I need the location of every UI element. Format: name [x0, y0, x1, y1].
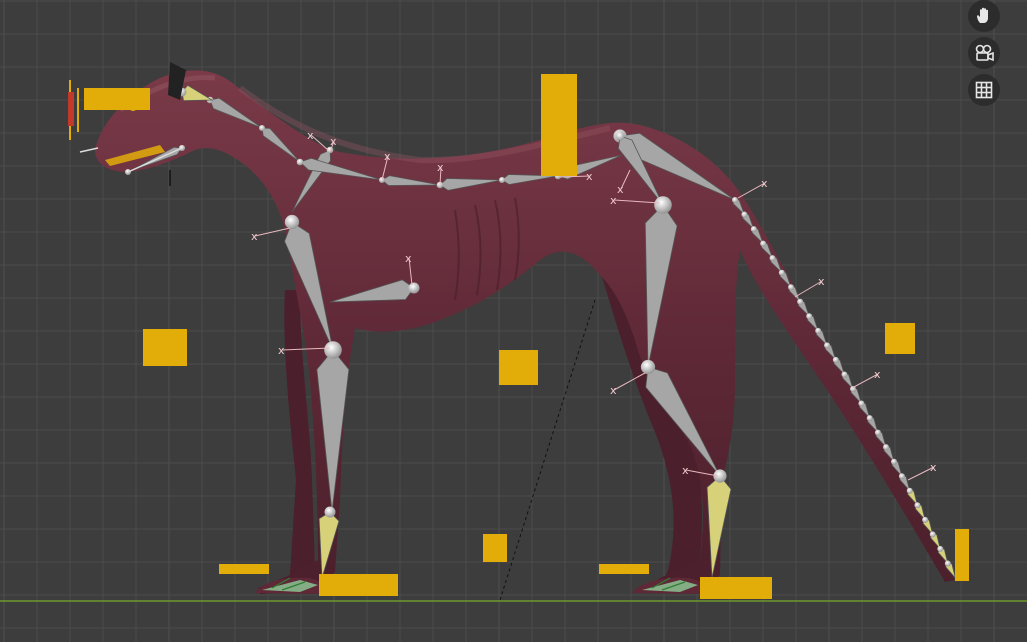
- bone-joint[interactable]: [741, 211, 748, 218]
- bone-joint[interactable]: [874, 429, 881, 436]
- axis-label: x: [818, 275, 825, 288]
- bone-joint[interactable]: [815, 327, 822, 334]
- hand-pan-icon: [977, 7, 988, 23]
- axis-label: x: [617, 183, 624, 196]
- ik-pole-control[interactable]: [483, 534, 507, 562]
- bone-joint[interactable]: [769, 255, 776, 262]
- bone-joint[interactable]: [615, 131, 625, 141]
- bone-joint[interactable]: [914, 502, 921, 509]
- axis-label: x: [437, 161, 444, 174]
- bone-joint[interactable]: [324, 506, 336, 518]
- bone-joint[interactable]: [898, 473, 905, 480]
- root-control[interactable]: [499, 350, 538, 385]
- axis-label: x: [610, 384, 617, 397]
- bone-joint[interactable]: [922, 516, 929, 523]
- bone-joint[interactable]: [832, 356, 839, 363]
- bone-joint[interactable]: [858, 400, 865, 407]
- bone-joint[interactable]: [750, 226, 757, 233]
- bone-joint[interactable]: [408, 282, 420, 294]
- bone-joint[interactable]: [259, 125, 265, 131]
- axis-label: x: [682, 464, 689, 477]
- bone-joint[interactable]: [284, 214, 300, 230]
- bone-joint[interactable]: [797, 298, 804, 305]
- bone-joint[interactable]: [640, 359, 656, 375]
- bone-joint[interactable]: [654, 196, 672, 214]
- camera-view-button[interactable]: [968, 37, 1000, 69]
- bone-joint[interactable]: [499, 177, 505, 183]
- axis-label: x: [610, 194, 617, 207]
- axis-label: x: [307, 129, 314, 142]
- scene-canvas[interactable]: xxxxxxxxxxxxxxxx: [0, 0, 1027, 642]
- bone-joint[interactable]: [806, 313, 813, 320]
- front-leg-pole-control[interactable]: [143, 329, 187, 366]
- bone-joint[interactable]: [296, 158, 304, 166]
- front-toe-control[interactable]: [219, 564, 269, 574]
- hind-foot-ik-control[interactable]: [700, 577, 772, 599]
- bone-joint[interactable]: [841, 371, 848, 378]
- bone-joint[interactable]: [937, 545, 944, 552]
- axis-label: x: [330, 135, 337, 148]
- camera-icon: [975, 44, 994, 62]
- axis-label: x: [874, 368, 881, 381]
- axis-label: x: [384, 150, 391, 163]
- bone-joint[interactable]: [906, 487, 913, 494]
- head-control[interactable]: [84, 88, 150, 110]
- axis-label: x: [278, 344, 285, 357]
- bone-joint[interactable]: [944, 560, 951, 567]
- ortho-grid-button[interactable]: [968, 74, 1000, 106]
- bone-joint[interactable]: [788, 284, 795, 291]
- bone-joint[interactable]: [929, 531, 936, 538]
- bone-joint[interactable]: [866, 415, 873, 422]
- bone-joint[interactable]: [324, 341, 342, 359]
- torso-control[interactable]: [541, 74, 577, 176]
- axis-label: x: [930, 461, 937, 474]
- axis-label: x: [586, 170, 593, 183]
- tail-control[interactable]: [885, 323, 915, 354]
- bone-joint[interactable]: [891, 458, 898, 465]
- ik-pole-line: [499, 299, 596, 601]
- character-mesh[interactable]: [95, 70, 955, 595]
- hand-pan-button[interactable]: [968, 0, 1000, 32]
- hind-toe-control[interactable]: [599, 564, 649, 574]
- axis-label: x: [761, 177, 768, 190]
- bone-joint[interactable]: [732, 197, 738, 203]
- axis-label: x: [251, 230, 258, 243]
- tail-tip-control[interactable]: [955, 529, 969, 581]
- 3d-viewport[interactable]: xxxxxxxxxxxxxxxx: [0, 0, 1027, 642]
- grid-icon: [975, 81, 993, 99]
- bone-joint[interactable]: [883, 444, 890, 451]
- axis-label: x: [405, 252, 412, 265]
- bone-joint[interactable]: [824, 342, 831, 349]
- bone-joint[interactable]: [778, 269, 785, 276]
- front-foot-ik-control[interactable]: [319, 574, 398, 596]
- bone-joint[interactable]: [760, 240, 767, 247]
